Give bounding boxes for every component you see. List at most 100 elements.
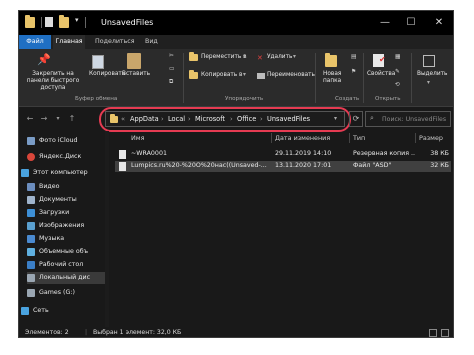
- column-header-date[interactable]: Дата изменения: [275, 131, 330, 145]
- navigation-pane: Фото iCloud Яндекс.Диск Этот компьютер В…: [19, 131, 105, 327]
- column-divider[interactable]: [271, 133, 272, 143]
- explorer-window: ▾ UnsavedFiles — ☐ ✕ Файл Главная Подели…: [18, 10, 454, 338]
- column-divider[interactable]: [349, 133, 350, 143]
- ribbon-separator: [411, 53, 412, 103]
- new-folder-icon[interactable]: [325, 53, 337, 67]
- properties-button[interactable]: Свойства: [367, 71, 395, 77]
- column-header-size[interactable]: Размер: [419, 131, 443, 145]
- sidebar-item-local-disk[interactable]: Локальный дис: [27, 272, 105, 284]
- sidebar-item-label: Games (G:): [39, 289, 75, 296]
- copy-button[interactable]: Копировать: [89, 71, 125, 77]
- computer-icon: [21, 169, 29, 177]
- group-open-label: Открыть: [375, 96, 401, 102]
- large-icons-view-icon[interactable]: [441, 329, 449, 337]
- sidebar-item-label: Этот компьютер: [33, 169, 88, 176]
- sidebar-item-games-drive[interactable]: Games (G:): [27, 287, 105, 299]
- paste-shortcut-icon[interactable]: ⧉: [169, 79, 173, 86]
- file-date: 29.11.2019 14:10: [275, 150, 332, 157]
- group-organize-label: Упорядочить: [225, 96, 264, 102]
- sidebar-item-yandex-disk[interactable]: Яндекс.Диск: [27, 151, 105, 163]
- column-header-type[interactable]: Тип: [353, 131, 365, 145]
- move-to-button[interactable]: Переместить в: [201, 54, 247, 60]
- copy-to-icon: [189, 70, 198, 79]
- documents-icon: [27, 196, 35, 204]
- tab-file[interactable]: Файл: [19, 35, 51, 49]
- delete-icon[interactable]: ✕: [257, 54, 263, 62]
- sidebar-item-downloads[interactable]: Загрузки: [27, 207, 105, 219]
- sidebar-item-videos[interactable]: Видео: [27, 181, 105, 193]
- tab-view[interactable]: Вид: [145, 35, 158, 49]
- table-row[interactable]: Lumpics.ru%20-%20O%20нас((Unsaved-... 13…: [115, 161, 451, 172]
- drive-icon: [27, 289, 35, 297]
- group-clipboard-label: Буфер обмена: [75, 96, 118, 102]
- details-view-icon[interactable]: [429, 329, 437, 337]
- new-item-icon[interactable]: ▤: [351, 54, 356, 60]
- sidebar-item-label: Фото iCloud: [39, 137, 78, 144]
- status-separator: |: [85, 329, 88, 336]
- properties-icon[interactable]: [45, 17, 53, 27]
- tab-home[interactable]: Главная: [53, 35, 85, 49]
- sidebar-item-desktop[interactable]: Рабочий стол: [27, 259, 105, 271]
- cloud-icon: [27, 153, 35, 161]
- table-row[interactable]: ~WRA0001 29.11.2019 14:10 Резервная копи…: [115, 149, 451, 160]
- pin-button[interactable]: Закрепить на панели быстрого доступа: [23, 71, 83, 92]
- column-header-name[interactable]: Имя: [131, 131, 144, 145]
- sidebar-item-label: Объемные объ: [39, 248, 89, 255]
- navigation-scrollbar[interactable]: [105, 131, 109, 327]
- move-to-icon: [189, 52, 198, 61]
- refresh-button[interactable]: ⟳: [349, 111, 363, 127]
- open-icon[interactable]: ▦: [395, 54, 400, 60]
- qa-customize-icon[interactable]: ▾: [75, 16, 85, 27]
- back-button[interactable]: ←: [25, 113, 35, 125]
- close-button[interactable]: ✕: [429, 13, 449, 33]
- new-folder-icon[interactable]: [59, 15, 69, 28]
- minimize-button[interactable]: —: [375, 13, 395, 33]
- network-icon: [21, 307, 29, 315]
- edit-icon[interactable]: ✎: [395, 69, 400, 75]
- history-icon[interactable]: ⟲: [395, 82, 400, 88]
- file-size: 32 КБ: [430, 162, 449, 169]
- search-input[interactable]: ⌕ Поиск: UnsavedFiles: [365, 111, 451, 127]
- sidebar-item-icloud-photos[interactable]: Фото iCloud: [27, 135, 105, 147]
- select-icon[interactable]: [423, 55, 435, 67]
- chevron-down-icon[interactable]: ▾: [427, 80, 430, 86]
- pin-icon[interactable]: 📌: [37, 53, 51, 67]
- rename-button[interactable]: Переименовать: [267, 72, 315, 78]
- maximize-button[interactable]: ☐: [401, 13, 421, 33]
- recent-locations-icon[interactable]: ▾: [53, 113, 63, 125]
- tab-share[interactable]: Поделиться: [95, 35, 135, 49]
- copy-path-icon[interactable]: ▭: [169, 66, 174, 72]
- sidebar-item-music[interactable]: Музыка: [27, 233, 105, 245]
- copy-icon[interactable]: [92, 55, 104, 69]
- status-bar: Элементов: 2 | Выбран 1 элемент: 32,0 КБ: [19, 327, 453, 337]
- select-button[interactable]: Выделить: [417, 71, 447, 77]
- sidebar-item-this-pc[interactable]: Этот компьютер: [21, 167, 105, 179]
- sidebar-item-3d-objects[interactable]: Объемные объ: [27, 246, 105, 258]
- chevron-down-icon[interactable]: ▾: [243, 54, 246, 60]
- paste-icon[interactable]: [127, 53, 141, 69]
- item-count: Элементов: 2: [25, 329, 69, 336]
- sidebar-item-network[interactable]: Сеть: [21, 305, 105, 317]
- easy-access-icon[interactable]: ⚑: [351, 69, 356, 75]
- chevron-down-icon[interactable]: ▾: [243, 72, 246, 78]
- sidebar-item-pictures[interactable]: Изображения: [27, 220, 105, 232]
- group-create-label: Создать: [335, 96, 360, 102]
- column-divider[interactable]: [415, 133, 416, 143]
- separator: [85, 17, 95, 28]
- chevron-down-icon[interactable]: ▾: [293, 54, 296, 60]
- sidebar-item-label: Видео: [39, 183, 60, 190]
- window-title: UnsavedFiles: [101, 18, 154, 27]
- copy-to-button[interactable]: Копировать в: [201, 72, 242, 78]
- new-folder-button[interactable]: Новая папка: [323, 71, 347, 85]
- sidebar-item-documents[interactable]: Документы: [27, 194, 105, 206]
- forward-button[interactable]: →: [39, 113, 49, 125]
- paste-button[interactable]: Вставить: [122, 71, 150, 77]
- file-size: 38 КБ: [430, 150, 449, 157]
- up-button[interactable]: ↑: [67, 113, 77, 125]
- cut-icon[interactable]: ✂: [169, 53, 174, 59]
- delete-button[interactable]: Удалить: [267, 54, 292, 60]
- checkmark-icon: ✔: [379, 55, 386, 64]
- file-icon: [119, 150, 126, 159]
- video-icon: [27, 183, 35, 191]
- file-type: Резервная копия ...: [353, 150, 415, 157]
